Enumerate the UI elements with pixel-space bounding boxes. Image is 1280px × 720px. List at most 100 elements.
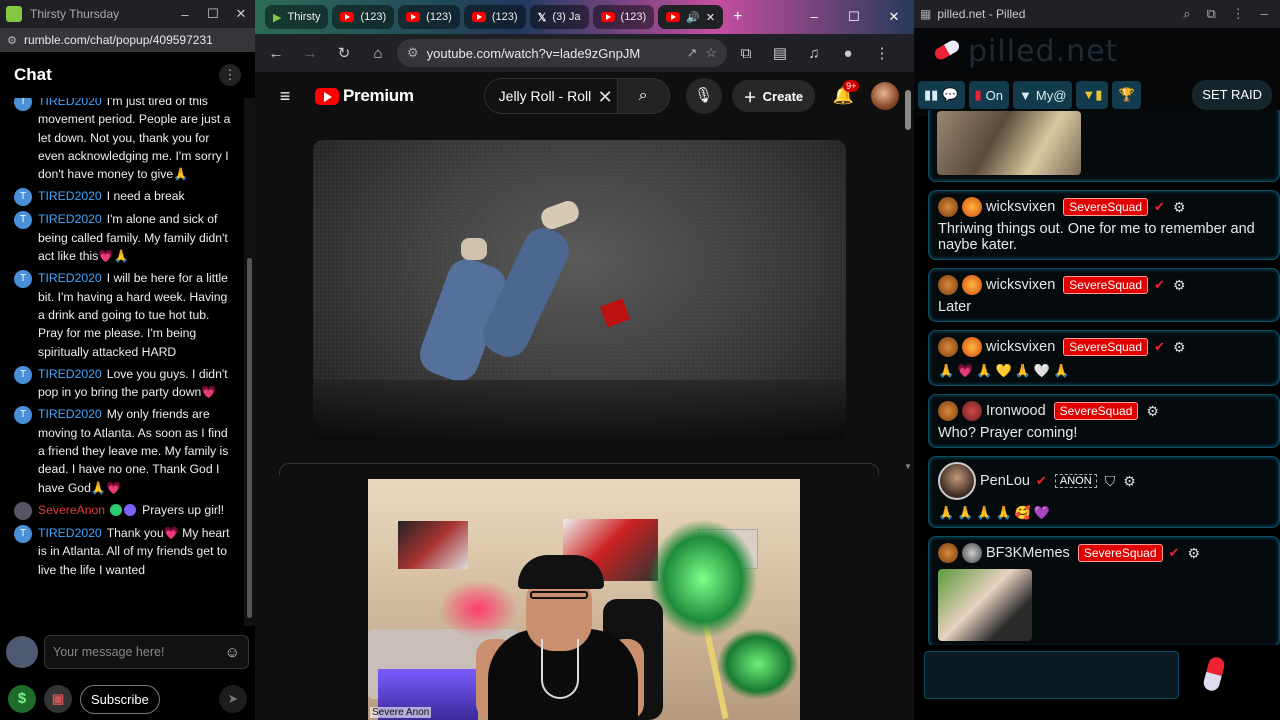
chat-username[interactable]: TIRED2020 [38,98,102,108]
pill-toggle-button[interactable]: ▮ On [968,81,1009,109]
avatar[interactable] [6,636,38,668]
search-icon[interactable]: ⌕ [617,78,670,114]
scrollbar-thumb[interactable] [905,90,911,130]
rant-dollar-button[interactable]: $ [8,685,36,713]
squad-badge[interactable]: SevereSquad [1063,276,1149,294]
video-player[interactable] [313,140,846,440]
avatar[interactable] [938,275,958,295]
pilled-logo[interactable]: pilled.net [932,34,1118,69]
chat-username[interactable]: TIRED2020 [38,189,102,203]
post-username[interactable]: Ironwood [986,403,1046,419]
audio-icon[interactable]: 🔊 [686,11,700,24]
avatar[interactable]: T [14,188,32,207]
chat-username[interactable]: TIRED2020 [38,271,102,285]
avatar[interactable] [962,337,982,357]
search-value[interactable]: Jelly Roll - Roll M [499,88,607,104]
chat-scrollbar[interactable] [244,98,255,626]
avatar[interactable]: T [14,406,32,425]
pill-send-icon[interactable] [1201,655,1227,693]
post-image[interactable] [937,111,1081,175]
squad-badge[interactable]: SevereSquad [1077,544,1163,562]
avatar[interactable]: T [14,524,32,543]
chat-username[interactable]: TIRED2020 [38,212,102,226]
scroll-down-icon[interactable]: ▼ [904,462,912,471]
forward-icon[interactable]: → [295,45,325,62]
gear-icon[interactable]: ⚙ [1187,545,1200,562]
omnibox-url[interactable]: youtube.com/watch?v=lade9zGnpJM [427,46,679,61]
avatar[interactable]: T [14,365,32,384]
layout-chat-button[interactable]: ▮▮ 💬 [918,81,965,109]
anon-badge[interactable]: ANON [1054,474,1097,488]
notifications-bell-icon[interactable]: 🔔 9+ [825,80,861,106]
gift-icon[interactable]: ▣ [44,685,72,713]
back-icon[interactable]: ← [261,45,291,62]
avatar[interactable] [962,197,982,217]
open-in-app-icon[interactable]: ↗ [686,45,697,61]
avatar[interactable] [962,275,982,295]
avatar[interactable] [938,401,958,421]
youtube-premium-logo[interactable]: Premium [315,86,414,106]
pilled-feed[interactable]: wicksvixen SevereSquad ✔ ⚙ Thriwing thin… [928,110,1280,645]
send-icon[interactable]: ➤ [219,685,247,713]
gear-icon[interactable]: ⚙ [1173,199,1186,216]
trophy-button[interactable]: 🏆 [1112,81,1141,109]
tab-rumble[interactable]: ▶ Thirsty [265,5,329,29]
pill-filter-button[interactable]: ▼▮ [1076,81,1109,109]
tab-youtube[interactable]: (123) [332,5,395,29]
omnibox[interactable]: ⚙ youtube.com/watch?v=lade9zGnpJM ↗ ☆ [397,39,727,67]
my-mentions-filter[interactable]: ▼ My@ [1013,81,1073,109]
search-input[interactable]: Jelly Roll - Roll M ✕ [483,78,618,114]
chat-input-placeholder[interactable]: Your message here! [53,645,164,659]
post-username[interactable]: BF3KMemes [986,545,1070,561]
rumble-url[interactable]: rumble.com/chat/popup/409597231 [24,33,213,47]
extensions-icon[interactable]: ⧉ [1206,6,1215,22]
avatar[interactable]: T [14,98,32,111]
chat-message-input[interactable]: Your message here! ☺ [44,635,249,669]
profile-icon[interactable]: ● [833,45,863,62]
create-button[interactable]: ＋ Create [731,80,816,112]
minimize-icon[interactable]: – [1261,6,1268,22]
squad-badge[interactable]: SevereSquad [1063,338,1149,356]
site-info-icon[interactable]: ⚙ [407,45,419,61]
scrollbar-thumb[interactable] [247,258,252,618]
chat-username[interactable]: SevereAnon [38,503,105,517]
chrome-menu-icon[interactable]: ⋮ [867,44,897,62]
squad-badge[interactable]: SevereSquad [1063,198,1149,216]
set-raid-button[interactable]: SET RAID [1192,80,1272,110]
tab-youtube[interactable]: (123) [592,5,655,29]
gear-icon[interactable]: ⚙ [1173,277,1186,294]
gear-icon[interactable]: ⚙ [1173,339,1186,356]
microphone-icon[interactable]: 🎙 [685,78,722,114]
clear-search-icon[interactable]: ✕ [593,87,613,108]
avatar[interactable] [938,543,958,563]
post-username[interactable]: wicksvixen [986,339,1055,355]
tab-x[interactable]: 𝕏 (3) Ja [529,5,589,29]
squad-badge[interactable]: SevereSquad [1053,402,1139,420]
maximize-icon[interactable]: ☐ [834,9,874,25]
avatar[interactable] [938,337,958,357]
post-username[interactable]: wicksvixen [986,199,1055,215]
extensions-icon[interactable]: ⧉ [731,45,761,62]
chat-username[interactable]: TIRED2020 [38,407,102,421]
avatar[interactable] [938,197,958,217]
avatar[interactable] [871,82,900,110]
reload-icon[interactable]: ↻ [329,44,359,62]
bookmark-star-icon[interactable]: ☆ [705,45,717,61]
post-input[interactable] [924,651,1179,699]
page-scrollbar[interactable]: ▼ [904,90,912,472]
zoom-icon[interactable]: ⌕ [1183,6,1190,22]
chat-message-list[interactable]: T TIRED2020 I'm just tired of this moveme… [0,98,244,626]
tab-youtube[interactable]: (123) [398,5,460,29]
avatar[interactable]: T [14,270,32,289]
maximize-icon[interactable]: ☐ [199,6,227,22]
close-icon[interactable]: ✕ [874,9,914,25]
gear-icon[interactable]: ⚙ [1123,473,1136,490]
avatar[interactable] [962,401,982,421]
tab-youtube[interactable]: (123) [463,5,526,29]
more-options-icon[interactable]: ⋮ [1232,6,1245,22]
chat-username[interactable]: TIRED2020 [38,526,102,540]
rumble-urlbar[interactable]: ⚙ rumble.com/chat/popup/409597231 [0,28,255,52]
tab-youtube-active[interactable]: 🔊 ✕ [658,5,724,29]
post-username[interactable]: PenLou [980,473,1030,489]
avatar[interactable]: T [14,211,32,230]
